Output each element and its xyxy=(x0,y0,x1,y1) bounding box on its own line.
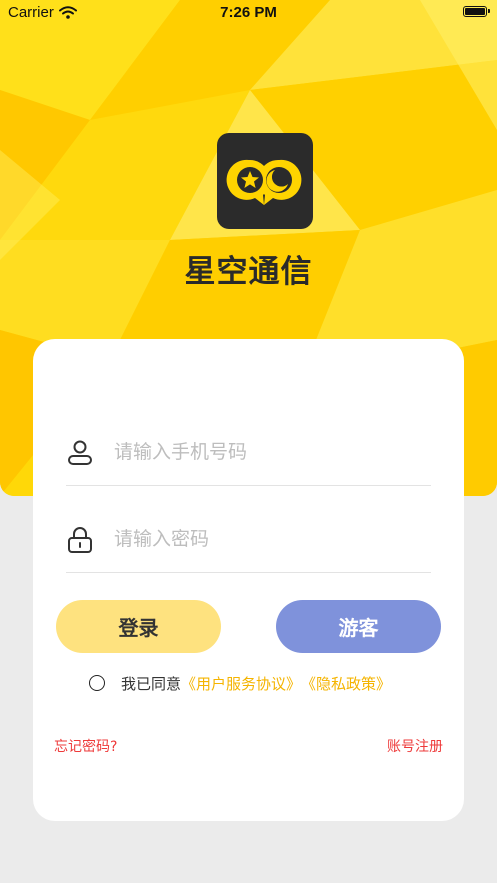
forgot-password-link[interactable]: 忘记密码? xyxy=(54,736,117,756)
login-button[interactable]: 登录 xyxy=(56,600,221,653)
agreement-prefix: 我已同意 xyxy=(121,674,182,693)
phone-input[interactable] xyxy=(112,435,416,469)
user-icon xyxy=(68,440,92,465)
lock-icon xyxy=(68,527,92,553)
phone-field xyxy=(66,421,431,486)
status-bar: Carrier 7:26 PM xyxy=(0,0,497,26)
chat-bubbles-star-moon-icon xyxy=(226,159,302,205)
register-link[interactable]: 账号注册 xyxy=(387,736,443,756)
radio-unchecked-icon[interactable] xyxy=(89,675,105,691)
user-agreement-link[interactable]: 《用户服务协议》 xyxy=(181,673,301,694)
status-time: 7:26 PM xyxy=(220,4,277,21)
agreement-row: 我已同意 《用户服务协议》 《隐私政策》 xyxy=(89,672,391,694)
privacy-policy-link[interactable]: 《隐私政策》 xyxy=(301,673,391,694)
guest-button[interactable]: 游客 xyxy=(276,600,441,653)
password-field xyxy=(66,508,431,573)
app-name: 星空通信 xyxy=(184,254,313,290)
password-input[interactable] xyxy=(112,522,416,556)
login-card: 登录 游客 我已同意 《用户服务协议》 《隐私政策》 忘记密码? 账号注册 xyxy=(33,339,464,821)
app-logo xyxy=(217,133,313,229)
battery-icon xyxy=(463,6,490,17)
